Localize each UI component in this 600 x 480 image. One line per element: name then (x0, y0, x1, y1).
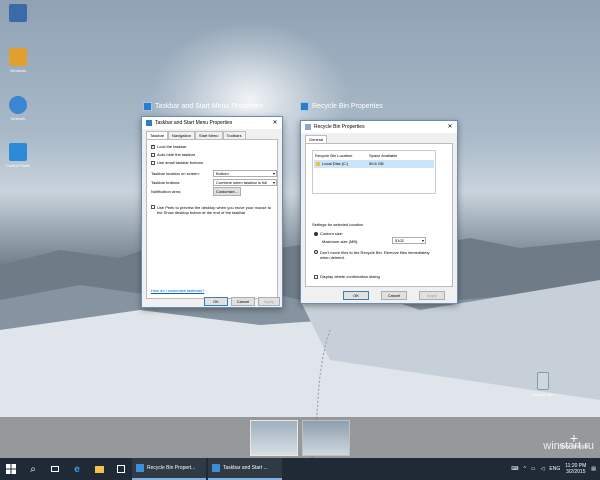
keyboard-icon[interactable]: ⌨ (511, 466, 518, 472)
clock[interactable]: 11:20 PM 3/2/2015 (565, 463, 586, 475)
tab-strip: Taskbar Navigation Start Menu Toolbars (142, 129, 282, 139)
drive-icon (316, 161, 320, 166)
ok-button[interactable]: OK (343, 291, 369, 300)
desktop-icon-recycle-bin[interactable]: Recycle Bin (528, 372, 558, 397)
recycle-bin-icon (537, 372, 549, 390)
desktop-icon-1[interactable] (3, 4, 33, 24)
taskview-window-title-recycle[interactable]: Recycle Bin Properties (300, 102, 383, 111)
search-icon[interactable]: ⌕ (22, 458, 44, 480)
max-size-label: Maximum size (MB): (322, 239, 359, 244)
task-view-icon[interactable] (44, 458, 66, 480)
desktop-thumbnail-2[interactable] (302, 420, 350, 456)
desktop-thumbnail-1[interactable] (250, 420, 298, 456)
chevron-up-icon[interactable]: ^ (523, 466, 525, 472)
settings-label: Settings for selected location (312, 222, 364, 227)
desktop-icon-control-panel[interactable]: Control Panel (3, 143, 33, 168)
cancel-button[interactable]: Cancel (381, 291, 407, 300)
apply-button[interactable]: Apply (258, 297, 280, 306)
dont-move-radio[interactable]: Don't move files to the Recycle Bin. Rem… (314, 250, 434, 260)
network-icon[interactable]: ▭ (531, 466, 536, 472)
taskbar-properties-dialog[interactable]: Taskbar and Start Menu Properties ✕ Task… (141, 116, 283, 308)
list-item-drive: Local Disk (C:) (316, 161, 348, 166)
dialog-titlebar[interactable]: Taskbar and Start Menu Properties ✕ (142, 117, 282, 129)
recycle-bin-icon (305, 124, 311, 130)
custom-size-radio[interactable]: Custom size: (314, 231, 343, 236)
start-button[interactable] (0, 458, 22, 480)
column-header-location[interactable]: Recycle Bin Location (315, 153, 352, 158)
user-folder-icon (9, 48, 27, 66)
watermark: winstart.ru (543, 440, 594, 452)
volume-icon[interactable]: ◁ (541, 466, 545, 472)
network-icon (9, 96, 27, 114)
edge-browser-icon[interactable]: e (66, 458, 88, 480)
lock-taskbar-checkbox[interactable]: Lock the taskbar (151, 143, 186, 149)
taskbar: ⌕ e Recycle Bin Propert... Taskbar and S… (0, 458, 600, 480)
desktop-icon-windows[interactable]: Windows (3, 48, 33, 73)
notification-label: Notification area: (151, 189, 182, 194)
location-label: Taskbar location on screen: (151, 171, 200, 176)
desktop-icon-network[interactable]: Network (3, 96, 33, 121)
store-icon[interactable] (110, 458, 132, 480)
cancel-button[interactable]: Cancel (231, 297, 255, 306)
tab-navigation[interactable]: Navigation (168, 131, 195, 139)
dialog-titlebar[interactable]: Recycle Bin Properties ✕ (301, 121, 457, 133)
max-size-input[interactable]: 5102 (392, 237, 426, 244)
autohide-checkbox[interactable]: Auto-hide the taskbar (151, 152, 195, 157)
taskbar-props-icon (212, 464, 220, 472)
location-list[interactable]: Recycle Bin Location Space Available Loc… (312, 150, 436, 194)
customize-button[interactable]: Customize... (213, 187, 241, 196)
taskbar-item-taskbar-props[interactable]: Taskbar and Start ... (208, 458, 282, 480)
monitor-icon (9, 4, 27, 22)
list-item-space: 59.6 GB (369, 161, 384, 166)
taskview-window-title-taskbar[interactable]: Taskbar and Start Menu Properties (143, 102, 263, 111)
apply-button[interactable]: Apply (419, 291, 445, 300)
taskbar-props-icon (146, 120, 152, 126)
file-explorer-icon[interactable] (88, 458, 110, 480)
tab-toolbars[interactable]: Toolbars (222, 131, 246, 139)
peek-checkbox[interactable]: Use Peek to preview the desktop when you… (151, 205, 275, 215)
control-panel-icon (9, 143, 27, 161)
buttons-label: Taskbar buttons: (151, 180, 181, 185)
close-icon[interactable]: ✕ (268, 118, 282, 128)
tab-start-menu[interactable]: Start Menu (194, 131, 223, 139)
recycle-bin-icon (136, 464, 144, 472)
help-link[interactable]: How do I customize taskbars? (151, 288, 204, 293)
close-icon[interactable]: ✕ (443, 122, 457, 132)
system-tray: ⌨ ^ ▭ ◁ ENG 11:20 PM 3/2/2015 ▤ (511, 458, 600, 480)
taskbar-tab-panel: Lock the taskbar Auto-hide the taskbar U… (146, 139, 278, 299)
confirm-checkbox[interactable]: Display delete confirmation dialog (314, 274, 380, 279)
location-select[interactable]: Bottom (213, 170, 277, 177)
taskbar-props-icon (143, 102, 152, 111)
ok-button[interactable]: OK (204, 297, 228, 306)
virtual-desktops-strip (0, 417, 600, 458)
taskbar-item-recycle-bin[interactable]: Recycle Bin Propert... (132, 458, 206, 480)
column-header-space[interactable]: Space Available (369, 153, 397, 158)
recycle-bin-properties-dialog[interactable]: Recycle Bin Properties ✕ General Recycle… (300, 120, 458, 304)
small-buttons-checkbox[interactable]: Use small taskbar buttons (151, 160, 203, 165)
buttons-select[interactable]: Combine when taskbar is full (213, 179, 277, 186)
tab-general[interactable]: General (305, 135, 328, 143)
language-indicator[interactable]: ENG (549, 466, 560, 472)
windows-logo-icon (6, 464, 16, 474)
tab-taskbar[interactable]: Taskbar (146, 131, 169, 139)
tab-strip: General (301, 133, 457, 143)
general-tab-panel: Recycle Bin Location Space Available Loc… (305, 143, 453, 287)
action-center-icon[interactable]: ▤ (591, 466, 596, 472)
recycle-bin-icon (300, 102, 309, 111)
